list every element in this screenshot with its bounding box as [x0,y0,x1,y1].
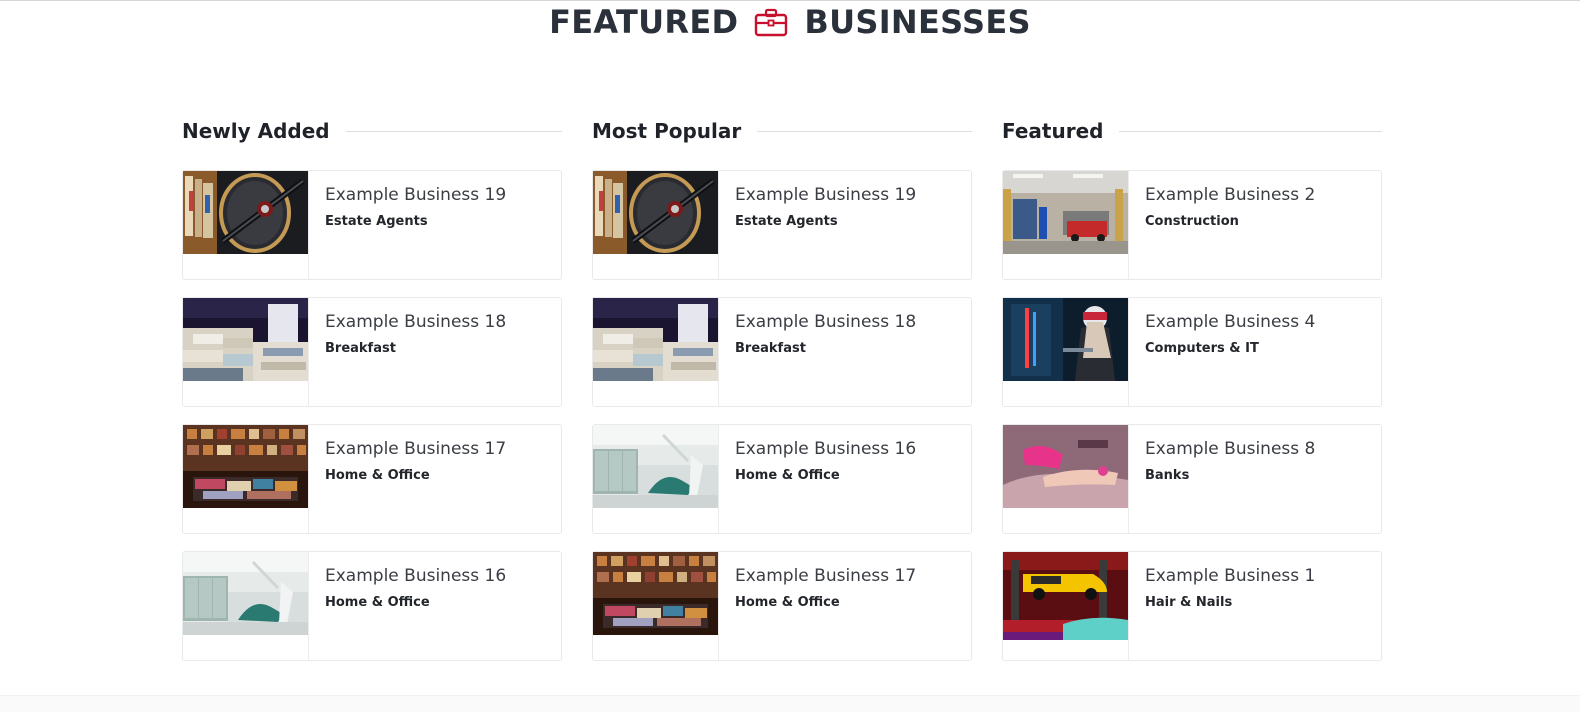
business-thumbnail[interactable] [183,171,309,279]
card-body: Example Business 4 Computers & IT [1129,298,1315,406]
business-category[interactable]: Computers & IT [1145,341,1315,356]
listing-columns: Newly Added Example Business 19 Estate A… [182,114,1382,674]
card-body: Example Business 1 Hair & Nails [1129,552,1315,660]
business-name[interactable]: Example Business 1 [1145,566,1315,586]
business-thumbnail[interactable] [183,552,309,660]
column-title: Featured [1002,119,1104,143]
business-category[interactable]: Hair & Nails [1145,595,1315,610]
card-body: Example Business 18 Breakfast [309,298,506,406]
briefcase-icon [754,7,788,37]
business-thumbnail[interactable] [1003,552,1129,660]
business-category[interactable]: Estate Agents [735,214,916,229]
card-body: Example Business 2 Construction [1129,171,1315,279]
business-name[interactable]: Example Business 19 [735,185,916,205]
column-most-popular: Most Popular Example Business 19 Estate … [592,114,972,674]
business-category[interactable]: Breakfast [735,341,916,356]
business-name[interactable]: Example Business 4 [1145,312,1315,332]
business-thumbnail[interactable] [183,425,309,533]
column-header: Most Popular [592,114,972,148]
business-category[interactable]: Home & Office [735,468,916,483]
business-card[interactable]: Example Business 16 Home & Office [182,551,562,661]
title-right: BUSINESSES [804,3,1031,41]
column-header: Newly Added [182,114,562,148]
business-thumbnail[interactable] [1003,171,1129,279]
card-body: Example Business 17 Home & Office [719,552,916,660]
column-title: Newly Added [182,119,330,143]
business-category[interactable]: Home & Office [325,468,506,483]
business-name[interactable]: Example Business 17 [735,566,916,586]
title-left: FEATURED [549,3,739,41]
business-name[interactable]: Example Business 17 [325,439,506,459]
column-featured: Featured Example Business 2 Construction… [1002,114,1382,674]
business-thumbnail[interactable] [593,552,719,660]
card-body: Example Business 16 Home & Office [719,425,916,533]
card-body: Example Business 17 Home & Office [309,425,506,533]
business-card[interactable]: Example Business 4 Computers & IT [1002,297,1382,407]
business-card[interactable]: Example Business 18 Breakfast [182,297,562,407]
card-body: Example Business 8 Banks [1129,425,1315,533]
business-name[interactable]: Example Business 18 [735,312,916,332]
column-title: Most Popular [592,119,742,143]
business-card[interactable]: Example Business 19 Estate Agents [592,170,972,280]
footer-edge [0,695,1580,712]
page-title: FEATURED BUSINESSES [0,2,1580,42]
business-card[interactable]: Example Business 16 Home & Office [592,424,972,534]
business-thumbnail[interactable] [593,425,719,533]
business-thumbnail[interactable] [593,171,719,279]
header-rule [757,130,972,132]
card-body: Example Business 19 Estate Agents [309,171,506,279]
business-name[interactable]: Example Business 16 [325,566,506,586]
business-card[interactable]: Example Business 17 Home & Office [182,424,562,534]
business-category[interactable]: Construction [1145,214,1315,229]
business-name[interactable]: Example Business 8 [1145,439,1315,459]
card-body: Example Business 19 Estate Agents [719,171,916,279]
top-divider [0,0,1580,1]
business-thumbnail[interactable] [1003,298,1129,406]
business-card[interactable]: Example Business 17 Home & Office [592,551,972,661]
business-name[interactable]: Example Business 16 [735,439,916,459]
business-category[interactable]: Home & Office [735,595,916,610]
header-rule [345,130,562,132]
business-card[interactable]: Example Business 2 Construction [1002,170,1382,280]
column-header: Featured [1002,114,1382,148]
business-name[interactable]: Example Business 19 [325,185,506,205]
business-category[interactable]: Estate Agents [325,214,506,229]
card-body: Example Business 16 Home & Office [309,552,506,660]
business-card[interactable]: Example Business 8 Banks [1002,424,1382,534]
business-thumbnail[interactable] [1003,425,1129,533]
business-category[interactable]: Banks [1145,468,1315,483]
column-newly-added: Newly Added Example Business 19 Estate A… [182,114,562,674]
card-body: Example Business 18 Breakfast [719,298,916,406]
business-card[interactable]: Example Business 19 Estate Agents [182,170,562,280]
business-name[interactable]: Example Business 2 [1145,185,1315,205]
business-category[interactable]: Home & Office [325,595,506,610]
business-card[interactable]: Example Business 1 Hair & Nails [1002,551,1382,661]
business-thumbnail[interactable] [593,298,719,406]
business-name[interactable]: Example Business 18 [325,312,506,332]
business-thumbnail[interactable] [183,298,309,406]
business-category[interactable]: Breakfast [325,341,506,356]
header-rule [1119,130,1382,132]
business-card[interactable]: Example Business 18 Breakfast [592,297,972,407]
